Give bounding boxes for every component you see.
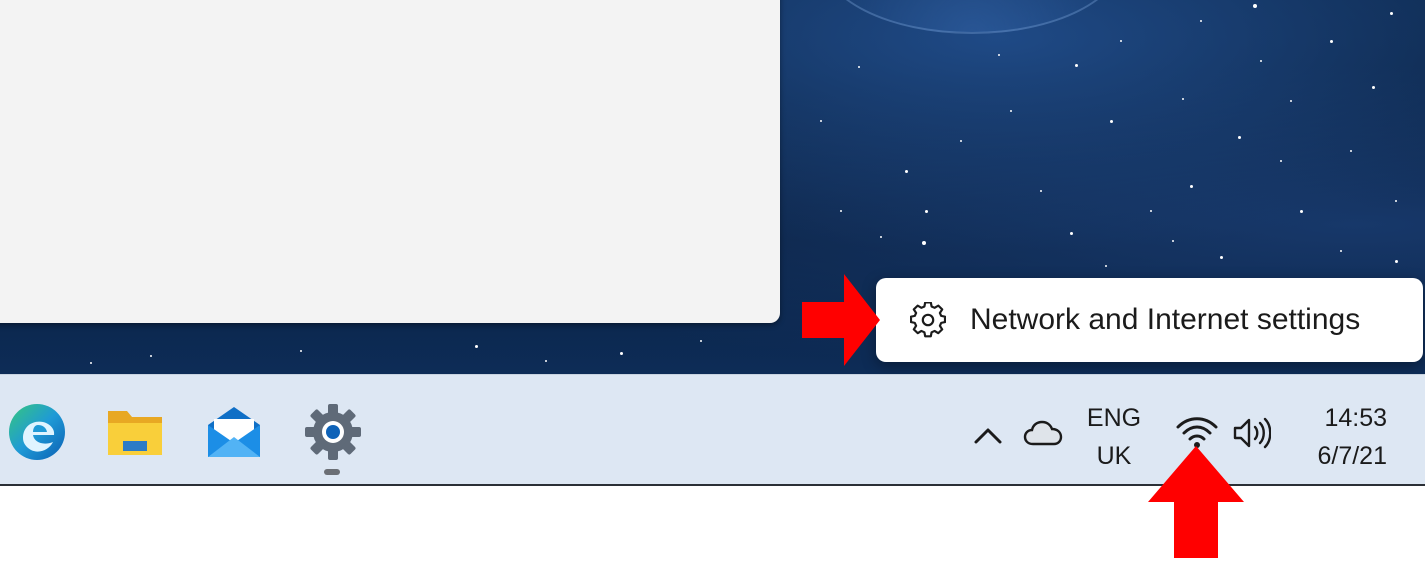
show-hidden-icons-button[interactable] (968, 417, 1008, 457)
star (1190, 185, 1193, 188)
star (1253, 4, 1257, 8)
star (922, 241, 926, 245)
annotation-arrow-right (802, 274, 880, 366)
star (1300, 210, 1303, 213)
language-region: UK (1096, 442, 1132, 470)
star (1395, 260, 1398, 263)
star (858, 66, 860, 68)
star (1290, 100, 1292, 102)
star (1395, 200, 1397, 202)
clock-date[interactable]: 14:53 6/7/21 (1317, 399, 1387, 475)
chevron-up-icon (973, 425, 1003, 450)
star (1172, 240, 1174, 242)
star (620, 352, 623, 355)
onedrive-button[interactable] (1020, 415, 1066, 455)
taskbar-app-mail[interactable] (203, 403, 265, 465)
star (1075, 64, 1078, 67)
network-context-menu: Network and Internet settings (876, 278, 1423, 362)
star (1220, 256, 1223, 259)
star (90, 362, 92, 364)
clock-time: 14:53 (1324, 404, 1387, 432)
mail-icon (204, 405, 264, 464)
star (475, 345, 478, 348)
star (1260, 60, 1262, 62)
folder-icon (105, 405, 165, 464)
star (300, 350, 302, 352)
taskbar-app-file-explorer[interactable] (104, 403, 166, 465)
star (1105, 265, 1107, 267)
star (1120, 40, 1122, 42)
star (840, 210, 842, 212)
running-indicator (324, 469, 340, 475)
app-window[interactable] (0, 0, 780, 323)
menu-item-network-settings[interactable]: Network and Internet settings (876, 278, 1423, 362)
star (1350, 150, 1352, 152)
star (1040, 190, 1042, 192)
gear-icon (908, 300, 948, 340)
star (1110, 120, 1113, 123)
star (880, 236, 882, 238)
star (1330, 40, 1333, 43)
edge-icon (7, 402, 67, 467)
language-indicator[interactable]: ENG UK (1078, 399, 1150, 475)
cloud-icon (1023, 419, 1063, 452)
star (1182, 98, 1184, 100)
star (1200, 20, 1202, 22)
star (1010, 110, 1012, 112)
star (1390, 12, 1393, 15)
star (905, 170, 908, 173)
star (925, 210, 928, 213)
taskbar-app-settings[interactable] (302, 403, 364, 465)
star (1280, 160, 1282, 162)
star (998, 54, 1000, 56)
star (960, 140, 962, 142)
star (700, 340, 702, 342)
annotation-arrow-up (1148, 446, 1244, 558)
menu-item-label: Network and Internet settings (970, 303, 1361, 336)
star (545, 360, 547, 362)
star (820, 120, 822, 122)
clock-date-text: 6/7/21 (1317, 442, 1387, 470)
star (1340, 250, 1342, 252)
star (1150, 210, 1152, 212)
star (1070, 232, 1073, 235)
star (1238, 136, 1241, 139)
language-code: ENG (1086, 404, 1142, 432)
star (150, 355, 152, 357)
taskbar-app-edge[interactable] (6, 403, 68, 465)
gear-icon (303, 402, 363, 467)
star (1372, 86, 1375, 89)
